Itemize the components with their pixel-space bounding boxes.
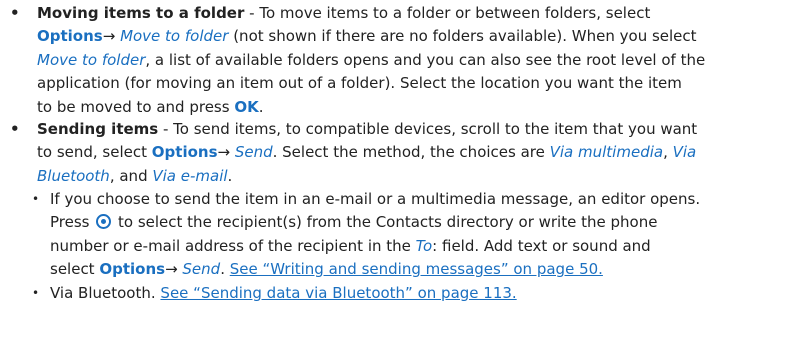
bullet-marker: •	[10, 4, 20, 22]
item-title: Moving items to a folder	[37, 4, 245, 22]
body-text: , a list of available folders opens and …	[145, 50, 706, 69]
sub-bullet-item-bluetooth: • Via Bluetooth. See “Sending data via B…	[0, 282, 792, 308]
manual-page: • Moving items to a folder - To move ite…	[0, 0, 799, 349]
menu-option-label: Move to folder	[37, 50, 146, 69]
menu-option-label: Via e-mail	[152, 166, 228, 185]
menu-option-label: Send	[234, 143, 273, 162]
sub-bullet-marker: •	[32, 286, 40, 300]
menu-option-label: Send	[182, 260, 221, 279]
menu-option-label: Bluetooth	[37, 166, 110, 185]
cross-reference-link[interactable]: See “Sending data via Bluetooth” on page…	[160, 284, 516, 302]
softkey-label: Options	[151, 143, 218, 162]
text-line: application (for moving an item out of a…	[37, 72, 682, 95]
body-text: - To send items, to compatible devices, …	[158, 120, 698, 138]
text-line: Via Bluetooth. See “Sending data via Blu…	[50, 282, 517, 305]
body-text: →	[102, 27, 121, 46]
sub-bullet-item-editor: • If you choose to send the item in an e…	[0, 188, 792, 284]
text-line: Press to select the recipient(s) from th…	[50, 211, 657, 234]
body-text: - To move items to a folder or between f…	[244, 4, 651, 22]
text-line: select Options→ Send. See “Writing and s…	[50, 258, 603, 281]
body-text: .	[258, 97, 264, 116]
body-text: to be moved to and press	[37, 97, 235, 116]
bullet-marker: •	[10, 120, 20, 138]
body-text: number or e-mail address of the recipien…	[50, 236, 416, 255]
cross-reference-link[interactable]: See “Writing and sending messages” on pa…	[230, 260, 603, 278]
body-text: .	[220, 260, 230, 279]
body-text: If you choose to send the item in an e-m…	[50, 190, 701, 208]
softkey-label: Options	[99, 260, 166, 279]
body-text: →	[165, 260, 183, 279]
text-line: Bluetooth, and Via e-mail.	[37, 165, 232, 188]
text-line: to send, select Options→ Send. Select th…	[37, 141, 696, 164]
body-text: application (for moving an item out of a…	[37, 74, 682, 93]
body-text: Via Bluetooth.	[50, 284, 161, 302]
body-text: Press	[50, 213, 95, 232]
menu-option-label: Move to folder	[120, 27, 229, 46]
text-line: number or e-mail address of the recipien…	[50, 235, 651, 258]
body-text: to send, select	[37, 143, 152, 162]
body-text: →	[217, 143, 235, 162]
text-line: If you choose to send the item in an e-m…	[50, 188, 700, 211]
bullet-item-sending-items: • Sending items - To send items, to comp…	[0, 118, 792, 190]
body-text: (not shown if there are no folders avail…	[228, 27, 697, 46]
text-line: to be moved to and press OK.	[37, 96, 264, 119]
softkey-label: OK	[234, 97, 259, 116]
text-line: Moving items to a folder - To move items…	[37, 2, 650, 25]
navigation-key-icon	[96, 214, 112, 230]
body-text: .	[227, 166, 233, 185]
menu-option-label: Via multimedia	[549, 143, 664, 162]
body-text: , and	[109, 166, 153, 185]
sub-bullet-marker: •	[32, 192, 40, 206]
body-text: ,	[663, 143, 673, 162]
body-text: select	[50, 260, 100, 279]
body-text: : field. Add text or sound and	[432, 236, 651, 255]
text-line: Move to folder, a list of available fold…	[37, 49, 705, 72]
text-line: Options→ Move to folder (not shown if th…	[37, 25, 697, 48]
body-text: to select the recipient(s) from the Cont…	[113, 213, 658, 232]
item-title: Sending items	[37, 120, 159, 138]
body-text: . Select the method, the choices are	[272, 143, 550, 162]
bullet-item-moving-items: • Moving items to a folder - To move ite…	[0, 2, 792, 120]
softkey-label: Options	[37, 27, 103, 46]
menu-option-label: Via	[672, 143, 697, 162]
text-line: Sending items - To send items, to compat…	[37, 118, 697, 141]
menu-option-label: To	[415, 236, 433, 255]
